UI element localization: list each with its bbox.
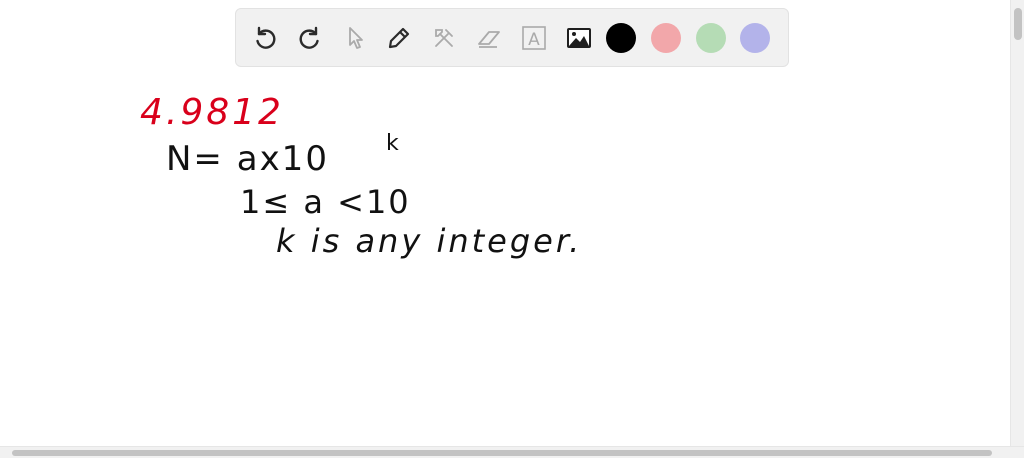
handwritten-equation: N= ax10 — [166, 139, 329, 179]
handwritten-condition: 1≤ a <10 — [240, 183, 411, 221]
vertical-scroll-thumb[interactable] — [1014, 8, 1022, 40]
horizontal-scroll-thumb[interactable] — [12, 450, 992, 456]
horizontal-scrollbar[interactable] — [0, 446, 1024, 458]
whiteboard-canvas[interactable]: A 4.9812 N= ax10 k 1≤ a <10 k is any int… — [0, 0, 1010, 446]
handwritten-statement: k is any integer. — [276, 222, 582, 260]
handwriting-layer: 4.9812 N= ax10 k 1≤ a <10 k is any integ… — [140, 92, 582, 260]
handwritten-number: 4.9812 — [140, 92, 284, 133]
vertical-scrollbar[interactable] — [1010, 0, 1024, 446]
handwritten-exponent: k — [386, 131, 399, 156]
